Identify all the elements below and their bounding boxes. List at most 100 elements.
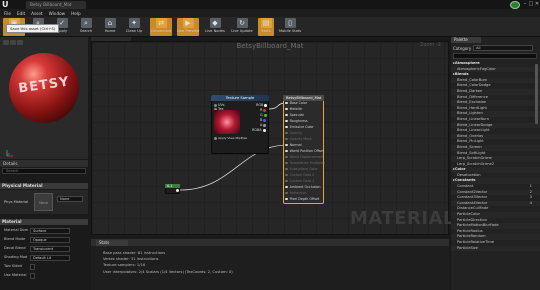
- prop-label: Use Material: [4, 273, 27, 277]
- rgba-output-pin[interactable]: RGBA: [252, 128, 267, 132]
- connectors-button[interactable]: ⇄ Connectors: [150, 18, 172, 36]
- pin-label: Emissive Color: [289, 125, 314, 129]
- prop-label: Two Sided: [4, 264, 22, 268]
- decal-blend-row: Decal Blend Translucent: [0, 245, 88, 253]
- palette-tab[interactable]: Palette: [451, 37, 481, 43]
- base-color-pin[interactable]: Base Color: [285, 101, 307, 105]
- menu-edit[interactable]: Edit: [17, 11, 25, 16]
- palette-item-label: ParticleColor: [457, 212, 480, 217]
- toolbar: ▣Save ⌕Find in CB ✓Apply ⌕Search ⌂Home ✦…: [0, 17, 540, 37]
- palette-item-label: ParticleMotionBlurFade: [457, 223, 499, 228]
- mobile-stats-button[interactable]: ▯ Mobile Stats: [279, 18, 301, 36]
- custom-data-1-pin[interactable]: Custom Data 1: [285, 179, 314, 183]
- decal-blend-dropdown[interactable]: Translucent: [30, 246, 70, 252]
- pin-label: Opacity Mask: [289, 137, 312, 141]
- g-output-pin[interactable]: G: [260, 113, 268, 117]
- pin-label: Subsurface Color: [289, 167, 318, 171]
- mipbias-input-pin[interactable]: Apply View MipBias: [214, 136, 247, 140]
- pin-label: B: [260, 118, 263, 122]
- menu-help[interactable]: Help: [71, 11, 81, 16]
- lit-mode-icon[interactable]: [17, 40, 23, 45]
- category-label: Category: [453, 46, 472, 51]
- pin-label: A: [260, 123, 263, 127]
- live-update-button[interactable]: ↻ Live Update: [231, 18, 253, 36]
- emissive-color-pin[interactable]: Emissive Color: [285, 125, 314, 129]
- phys-material-thumbnail[interactable]: None: [34, 193, 53, 211]
- palette-item-label: Constants: [454, 178, 476, 183]
- physical-material-section[interactable]: Physical Material: [0, 183, 88, 189]
- palette-item-label: ParticleRelativeTime: [457, 240, 495, 244]
- details-tab[interactable]: Details: [0, 160, 88, 167]
- constant-output-pin[interactable]: [176, 189, 179, 192]
- viewport-menu-icon[interactable]: [3, 40, 9, 45]
- palette-item-label: Constant3Vector: [457, 195, 488, 200]
- pin-label: Ambient Occlusion: [289, 185, 321, 189]
- menu-bar: File Edit Asset Window Help: [0, 9, 540, 17]
- use-material-checkbox[interactable]: [30, 273, 35, 279]
- pin-label: Custom Data 0: [289, 173, 315, 177]
- clean-up-button[interactable]: ✦ Clean Up: [123, 18, 145, 36]
- category-dropdown[interactable]: All: [473, 45, 533, 51]
- constant-node-title: 0.1: [165, 184, 180, 188]
- opacity-pin[interactable]: Opacity: [285, 131, 302, 135]
- r-output-pin[interactable]: R: [260, 108, 267, 112]
- shading-model-dropdown[interactable]: Default Lit: [30, 255, 70, 261]
- palette-item-label: Desaturation: [457, 172, 481, 177]
- pixel-depth-offset-pin[interactable]: Pixel Depth Offset: [285, 197, 319, 201]
- pin-label: Metallic: [289, 107, 303, 111]
- pin-label: Custom Data 1: [289, 179, 315, 183]
- section-title: Material: [2, 219, 22, 224]
- palette-scrollbar[interactable]: [535, 64, 538, 124]
- home-button[interactable]: ⌂ Home: [99, 18, 121, 36]
- palette-item[interactable]: ParticleSize: [451, 245, 540, 252]
- document-tab[interactable]: Betsy Billboard_Mat: [26, 1, 86, 9]
- phys-material-dropdown[interactable]: None: [57, 196, 83, 202]
- rgb-output-pin[interactable]: RGB: [256, 103, 268, 107]
- two-sided-checkbox[interactable]: [30, 264, 35, 270]
- material-domain-dropdown[interactable]: Surface: [30, 228, 70, 234]
- use-material-row: Use Material: [0, 272, 88, 280]
- b-output-pin[interactable]: B: [260, 118, 267, 122]
- stats-button[interactable]: ▤ Stats: [258, 18, 274, 36]
- ambient-occlusion-pin[interactable]: Ambient Occlusion: [285, 185, 321, 189]
- normal-pin[interactable]: Normal: [285, 143, 302, 147]
- refraction-pin[interactable]: Refraction: [285, 191, 306, 195]
- pin-label: Pixel Depth Offset: [289, 197, 320, 201]
- blend-mode-dropdown[interactable]: Opaque: [30, 237, 70, 243]
- subsurface-color-pin[interactable]: Subsurface Color: [285, 167, 318, 171]
- blend-mode-row: Blend Mode Opaque: [0, 236, 88, 244]
- palette-list: ▸Atmosphere AtmosphericFogColor ▸Blends Ble…: [451, 61, 540, 252]
- stats-icon: ▤: [260, 18, 272, 28]
- live-preview-button[interactable]: ▶ Live Preview: [177, 18, 199, 36]
- help-icon[interactable]: [510, 1, 520, 9]
- graph-wires: [179, 102, 286, 191]
- search-button[interactable]: ⌕ Search: [75, 18, 97, 36]
- menu-file[interactable]: File: [4, 11, 11, 16]
- unreal-logo-icon[interactable]: U: [2, 0, 12, 9]
- a-output-pin[interactable]: A: [260, 123, 267, 127]
- menu-asset[interactable]: Asset: [31, 11, 42, 16]
- metallic-pin[interactable]: Metallic: [285, 107, 302, 111]
- world-displacement-pin[interactable]: World Displacement: [285, 155, 323, 159]
- palette-item-label: ParticleRandom: [457, 234, 486, 239]
- details-search-input[interactable]: Search: [2, 168, 86, 174]
- stats-header: [91, 239, 449, 246]
- palette-item-label: Blend_ColorDodge: [457, 83, 491, 88]
- roughness-pin[interactable]: Roughness: [285, 119, 308, 123]
- close-icon[interactable]: ✕: [534, 1, 540, 7]
- pin-label: Opacity: [289, 131, 303, 135]
- perspective-icon[interactable]: [10, 40, 16, 45]
- pin-label: Specular: [289, 113, 305, 117]
- search-icon: ⌕: [80, 18, 92, 28]
- opacity-mask-pin[interactable]: Opacity Mask: [285, 137, 312, 141]
- palette-item-label: Color: [454, 167, 466, 172]
- custom-data-0-pin[interactable]: Custom Data 0: [285, 173, 314, 177]
- menu-window[interactable]: Window: [49, 11, 66, 16]
- tessellation-multiplier-pin[interactable]: Tessellation Multiplier: [285, 161, 325, 165]
- palette-search-input[interactable]: [453, 53, 537, 59]
- specular-pin[interactable]: Specular: [285, 113, 304, 117]
- palette-item-label: Lerp_ScratchGrime2: [457, 161, 495, 166]
- live-nodes-button[interactable]: ◆ Live Nodes: [204, 18, 226, 36]
- material-section[interactable]: Material: [0, 219, 88, 225]
- world-position-offset-pin[interactable]: World Position Offset: [285, 149, 324, 153]
